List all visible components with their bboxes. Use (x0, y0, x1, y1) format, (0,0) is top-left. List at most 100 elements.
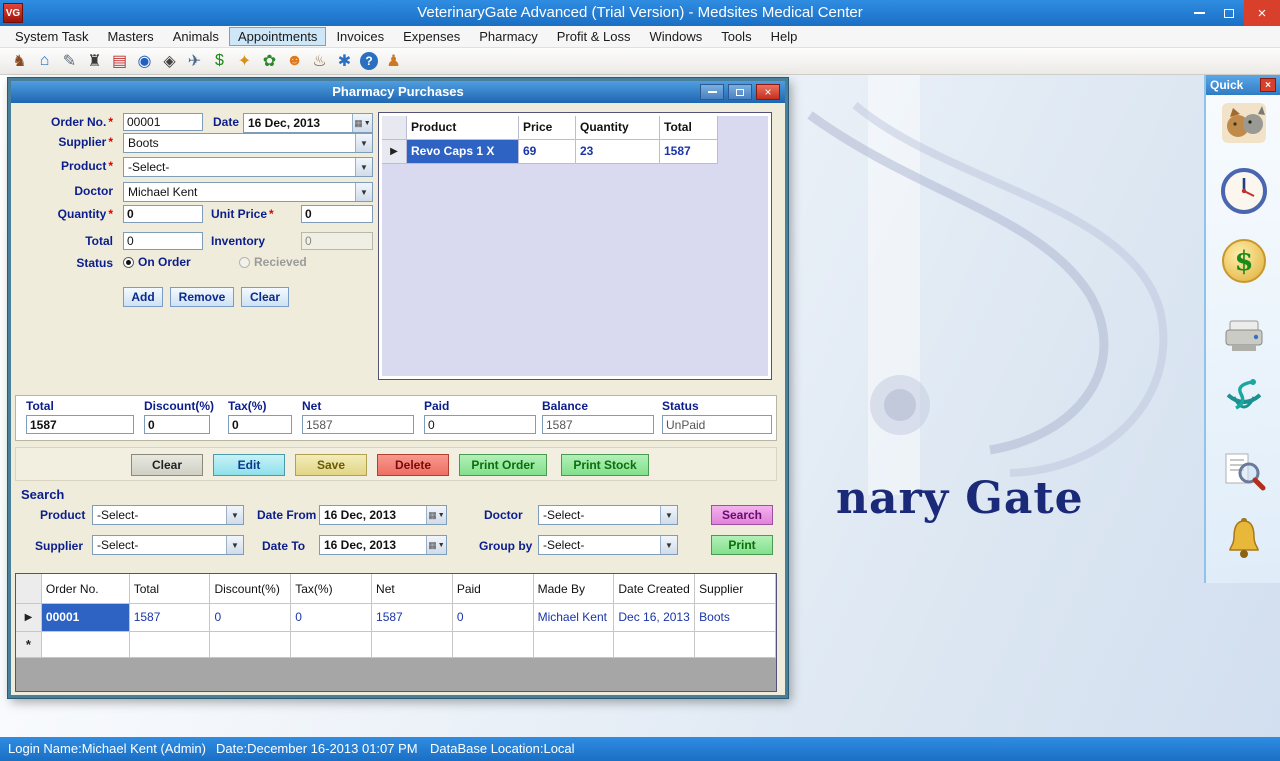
doctor-select[interactable]: Michael Kent ▼ (123, 182, 373, 202)
row-selector-icon[interactable]: ▶ (16, 604, 42, 632)
camera-icon[interactable]: ◈ (158, 50, 181, 72)
search-supplier-select[interactable]: -Select- ▼ (92, 535, 244, 555)
total-input[interactable] (123, 232, 203, 250)
chevron-down-icon[interactable]: ▼ (660, 506, 677, 524)
pets-icon[interactable]: ♞ (8, 50, 31, 72)
remove-button[interactable]: Remove (170, 287, 234, 307)
printer-icon[interactable] (1220, 311, 1268, 359)
cell-total[interactable]: 1587 (130, 604, 211, 632)
cell-supplier[interactable]: Boots (695, 604, 776, 632)
search-product-select[interactable]: -Select- ▼ (92, 505, 244, 525)
quantity-input[interactable] (123, 205, 203, 223)
items-grid-header-quantity[interactable]: Quantity (576, 116, 660, 140)
menu-animals[interactable]: Animals (164, 27, 228, 46)
bell-icon[interactable] (1220, 515, 1268, 563)
smiley-icon[interactable]: ☻ (283, 50, 306, 72)
syringe-icon[interactable]: ✎ (58, 50, 81, 72)
add-button[interactable]: Add (123, 287, 163, 307)
date-to-picker[interactable]: 16 Dec, 2013 ▦▼ (319, 535, 447, 555)
summary-total-input[interactable] (26, 415, 134, 434)
orders-header-total[interactable]: Total (130, 574, 211, 604)
cell-net[interactable]: 1587 (372, 604, 453, 632)
cell-price[interactable]: 69 (519, 140, 576, 164)
travel-icon[interactable]: ✈ (183, 50, 206, 72)
items-grid-row[interactable]: ▶ Revo Caps 1 X 69 23 1587 (382, 140, 768, 164)
orders-grid-new-row[interactable]: * (16, 632, 776, 658)
quick-panel-close-button[interactable]: × (1260, 78, 1276, 92)
chevron-down-icon[interactable]: ▼ (226, 536, 243, 554)
orders-grid-row[interactable]: ▶ 00001 1587 0 0 1587 0 Michael Kent Dec… (16, 604, 776, 632)
group-by-select[interactable]: -Select- ▼ (538, 535, 678, 555)
chevron-down-icon[interactable]: ▼ (355, 183, 372, 201)
orders-header-tax[interactable]: Tax(%) (291, 574, 372, 604)
menu-invoices[interactable]: Invoices (327, 27, 393, 46)
orders-header-made-by[interactable]: Made By (534, 574, 615, 604)
clear-items-button[interactable]: Clear (241, 287, 289, 307)
orders-header-supplier[interactable]: Supplier (695, 574, 776, 604)
money-icon[interactable]: $ (1220, 237, 1268, 285)
summary-tax-input[interactable] (228, 415, 292, 434)
dialog-maximize-button[interactable] (728, 84, 752, 100)
window-maximize-button[interactable] (1214, 0, 1244, 26)
cell-quantity[interactable]: 23 (576, 140, 660, 164)
cell-product[interactable]: Revo Caps 1 X (407, 140, 519, 164)
search-icon[interactable] (1220, 447, 1268, 495)
row-selector-icon[interactable]: ▶ (382, 140, 407, 164)
orders-header-date-created[interactable]: Date Created (614, 574, 695, 604)
items-grid-header-product[interactable]: Product (407, 116, 519, 140)
summary-net-input[interactable] (302, 415, 414, 434)
cell-discount[interactable]: 0 (210, 604, 291, 632)
clear-button[interactable]: Clear (131, 454, 203, 476)
print-order-button[interactable]: Print Order (459, 454, 547, 476)
globe-icon[interactable]: ◉ (133, 50, 156, 72)
summary-status-input[interactable] (662, 415, 772, 434)
delete-button[interactable]: Delete (377, 454, 449, 476)
date-from-picker[interactable]: 16 Dec, 2013 ▦▼ (319, 505, 447, 525)
help-icon[interactable]: ? (360, 52, 378, 70)
search-doctor-select[interactable]: -Select- ▼ (538, 505, 678, 525)
pets-icon[interactable] (1220, 99, 1268, 147)
chevron-down-icon[interactable]: ▼ (660, 536, 677, 554)
flash-icon[interactable]: ✦ (233, 50, 256, 72)
dialog-close-button[interactable]: × (756, 84, 780, 100)
menu-masters[interactable]: Masters (98, 27, 162, 46)
chart-icon[interactable]: ▤ (108, 50, 131, 72)
cell-total[interactable]: 1587 (660, 140, 718, 164)
menu-windows[interactable]: Windows (640, 27, 711, 46)
user-icon[interactable]: ♟ (382, 50, 405, 72)
unit-price-input[interactable] (301, 205, 373, 223)
summary-paid-input[interactable] (424, 415, 536, 434)
menu-help[interactable]: Help (762, 27, 807, 46)
supplier-select[interactable]: Boots ▼ (123, 133, 373, 153)
clinic-icon[interactable]: ⌂ (33, 50, 56, 72)
product-select[interactable]: -Select- ▼ (123, 157, 373, 177)
orders-header-net[interactable]: Net (372, 574, 453, 604)
gear-icon[interactable]: ✱ (333, 50, 356, 72)
calendar-dropdown-icon[interactable]: ▦▼ (426, 506, 446, 524)
search-button[interactable]: Search (711, 505, 773, 525)
window-close-button[interactable]: × (1244, 0, 1280, 26)
window-minimize-button[interactable] (1184, 0, 1214, 26)
print-button[interactable]: Print (711, 535, 773, 555)
menu-expenses[interactable]: Expenses (394, 27, 469, 46)
menu-appointments[interactable]: Appointments (229, 27, 327, 46)
lab-icon[interactable]: ♜ (83, 50, 106, 72)
menu-tools[interactable]: Tools (712, 27, 760, 46)
orders-header-paid[interactable]: Paid (453, 574, 534, 604)
menu-system-task[interactable]: System Task (6, 27, 97, 46)
orders-header-order-no[interactable]: Order No. (42, 574, 130, 604)
dialog-titlebar[interactable]: Pharmacy Purchases × (11, 81, 785, 103)
cell-made-by[interactable]: Michael Kent (534, 604, 615, 632)
dialog-minimize-button[interactable] (700, 84, 724, 100)
edit-button[interactable]: Edit (213, 454, 285, 476)
summary-discount-input[interactable] (144, 415, 210, 434)
menu-profit-loss[interactable]: Profit & Loss (548, 27, 640, 46)
plant-icon[interactable]: ✿ (258, 50, 281, 72)
pharmacy-icon[interactable] (1220, 375, 1268, 423)
cell-order-no[interactable]: 00001 (42, 604, 130, 632)
calendar-dropdown-icon[interactable]: ▦▼ (426, 536, 446, 554)
chevron-down-icon[interactable]: ▼ (226, 506, 243, 524)
jug-icon[interactable]: ♨ (308, 50, 331, 72)
chevron-down-icon[interactable]: ▼ (355, 158, 372, 176)
print-stock-button[interactable]: Print Stock (561, 454, 649, 476)
